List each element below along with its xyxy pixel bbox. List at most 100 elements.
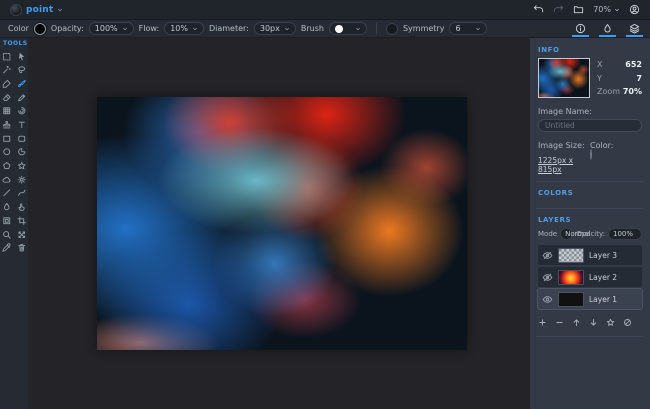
delete-tool[interactable] bbox=[16, 242, 28, 255]
zoom-tool[interactable] bbox=[1, 228, 13, 241]
canvas-workarea[interactable] bbox=[28, 38, 530, 409]
brush-preset-dropdown[interactable] bbox=[329, 22, 367, 35]
eye-off-icon[interactable] bbox=[542, 250, 553, 261]
info-stats: X 652 Y 7 Zoom 70% bbox=[597, 58, 642, 98]
remove-layer-button[interactable] bbox=[555, 318, 564, 327]
layer-opacity-dropdown[interactable]: 100% bbox=[608, 228, 642, 240]
diameter-value: 30px bbox=[260, 24, 280, 33]
star-shape-tool[interactable] bbox=[16, 160, 28, 173]
layer-mode-row: Mode Normal Opacity: 100% bbox=[538, 228, 642, 240]
cloud-icon bbox=[2, 175, 12, 185]
layer-opacity-label: Opacity: bbox=[576, 230, 605, 238]
cloud-shape-tool[interactable] bbox=[1, 173, 13, 186]
polygon-shape-tool[interactable] bbox=[1, 160, 13, 173]
pen-tool[interactable] bbox=[1, 77, 13, 90]
rounded-rectangle-shape-tool[interactable] bbox=[16, 132, 28, 145]
menubar-right: 70% bbox=[533, 4, 640, 15]
opacity-dropdown[interactable]: 100% bbox=[89, 22, 134, 35]
eyedropper-icon bbox=[2, 243, 12, 253]
image-name-input[interactable]: Untitled bbox=[538, 119, 642, 132]
favorite-layer-button[interactable] bbox=[606, 318, 615, 327]
arrow-down-icon bbox=[589, 318, 598, 327]
move-layer-up-button[interactable] bbox=[572, 318, 581, 327]
ellipse-shape-tool[interactable] bbox=[1, 146, 13, 159]
transform-tool[interactable] bbox=[16, 228, 28, 241]
chevron-down-icon bbox=[122, 26, 128, 32]
size-color-row: Image Size: 1225px x 815px Color: bbox=[538, 141, 642, 174]
heal-tool[interactable] bbox=[16, 105, 28, 118]
droplet-icon bbox=[2, 202, 12, 212]
curve-tool[interactable] bbox=[16, 187, 28, 200]
brush-tool[interactable] bbox=[16, 77, 28, 90]
redo-button[interactable] bbox=[553, 4, 564, 15]
line-tool[interactable] bbox=[1, 187, 13, 200]
rounded-square-icon bbox=[17, 134, 27, 144]
layer-row-2[interactable]: Layer 2 bbox=[538, 267, 642, 287]
text-icon bbox=[17, 120, 27, 130]
info-row-label: X bbox=[597, 60, 602, 69]
layer-disable-button[interactable] bbox=[623, 318, 632, 327]
symmetry-preview-icon[interactable] bbox=[386, 23, 398, 35]
magic-wand-tool[interactable] bbox=[1, 64, 13, 77]
eyedropper-tool[interactable] bbox=[1, 242, 13, 255]
symmetry-value: 6 bbox=[455, 24, 460, 33]
mosaic-tool[interactable] bbox=[1, 105, 13, 118]
smudge-tool[interactable] bbox=[16, 201, 28, 214]
crop-tool[interactable] bbox=[16, 214, 28, 227]
square-icon bbox=[2, 134, 12, 144]
content-area: TOOLS INFO X 652 Y 7 bbox=[0, 38, 650, 409]
eraser-icon bbox=[2, 93, 12, 103]
open-file-button[interactable] bbox=[573, 4, 584, 15]
app-logo-menu[interactable]: point bbox=[10, 4, 63, 16]
blend-mode-dropdown[interactable]: Normal bbox=[560, 228, 573, 240]
opacity-value: 100% bbox=[95, 24, 118, 33]
layer-thumbnail bbox=[558, 248, 584, 263]
layer-opacity-value: 100% bbox=[613, 230, 633, 238]
chevron-down-icon bbox=[475, 26, 481, 32]
layer-row-1[interactable]: Layer 1 bbox=[538, 289, 642, 309]
layer-row-3[interactable]: Layer 3 bbox=[538, 245, 642, 265]
gear-shape-tool[interactable] bbox=[16, 173, 28, 186]
symmetry-dropdown[interactable]: 6 bbox=[449, 22, 487, 35]
marquee-select-tool[interactable] bbox=[1, 50, 13, 63]
add-layer-button[interactable] bbox=[538, 318, 547, 327]
zoom-dropdown[interactable]: 70% bbox=[593, 5, 620, 14]
layers-panel-toggle[interactable] bbox=[627, 20, 642, 37]
panel-empty-space bbox=[538, 342, 642, 403]
move-layer-down-button[interactable] bbox=[589, 318, 598, 327]
layers-section-title[interactable]: LAYERS bbox=[538, 216, 642, 224]
colors-panel-toggle[interactable] bbox=[600, 20, 615, 37]
text-tool[interactable] bbox=[16, 118, 28, 131]
pencil-tool[interactable] bbox=[16, 91, 28, 104]
undo-button[interactable] bbox=[533, 4, 544, 15]
frame-icon bbox=[2, 216, 12, 226]
layer-list: Layer 3 Layer 2 Layer 1 bbox=[538, 245, 642, 311]
diameter-dropdown[interactable]: 30px bbox=[254, 22, 296, 35]
info-panel-toggle[interactable] bbox=[573, 20, 588, 37]
image-size-link[interactable]: 1225px x 815px bbox=[538, 156, 590, 174]
stamp-icon bbox=[2, 120, 12, 130]
eye-off-icon[interactable] bbox=[542, 272, 553, 283]
rectangle-shape-tool[interactable] bbox=[1, 132, 13, 145]
account-button[interactable] bbox=[629, 4, 640, 15]
colors-section-title[interactable]: COLORS bbox=[538, 189, 642, 197]
pie-shape-tool[interactable] bbox=[16, 146, 28, 159]
info-icon bbox=[575, 23, 586, 34]
flow-dropdown[interactable]: 10% bbox=[164, 22, 204, 35]
frame-tool[interactable] bbox=[1, 214, 13, 227]
eraser-tool[interactable] bbox=[1, 91, 13, 104]
symmetry-label: Symmetry bbox=[403, 24, 444, 33]
lasso-tool[interactable] bbox=[16, 64, 28, 77]
foreground-color-swatch[interactable] bbox=[34, 23, 46, 35]
info-row-value: 652 bbox=[625, 60, 642, 69]
panel-divider bbox=[536, 181, 644, 182]
color-picker-circle[interactable] bbox=[590, 149, 592, 160]
toolbar-divider bbox=[376, 23, 377, 35]
eye-icon[interactable] bbox=[542, 294, 553, 305]
pentagon-icon bbox=[2, 161, 12, 171]
brush-preview-dot bbox=[335, 25, 343, 33]
blur-tool[interactable] bbox=[1, 201, 13, 214]
canvas-image[interactable] bbox=[97, 97, 467, 350]
clone-stamp-tool[interactable] bbox=[1, 118, 13, 131]
move-tool[interactable] bbox=[16, 50, 28, 63]
